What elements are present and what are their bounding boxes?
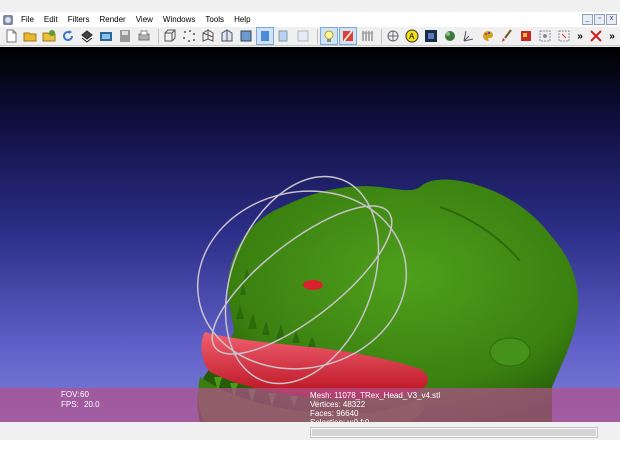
selection-count: Selection: v:0 f:0 (310, 418, 369, 422)
color-icon[interactable] (320, 27, 338, 45)
palette-icon[interactable] (480, 28, 496, 44)
toolbar-overflow-right[interactable]: » (607, 28, 617, 44)
toolbar-overflow-left[interactable]: » (575, 28, 585, 44)
smooth-shading-icon[interactable] (256, 27, 274, 45)
hidden-lines-icon[interactable] (219, 28, 235, 44)
delete-selection-icon[interactable] (556, 28, 572, 44)
fps-value: 20.0 (84, 400, 100, 409)
selected-point-marker (303, 280, 323, 290)
minimize-button[interactable]: _ (582, 14, 593, 25)
close-button[interactable]: x (606, 14, 617, 25)
menu-windows[interactable]: Windows (158, 12, 200, 27)
menu-help[interactable]: Help (229, 12, 255, 27)
annotation-icon[interactable] (385, 28, 401, 44)
new-document-icon[interactable] (3, 28, 19, 44)
app-logo-icon[interactable] (3, 14, 13, 25)
select-vertices-icon[interactable] (537, 28, 553, 44)
open-folder-icon[interactable] (22, 28, 38, 44)
print-icon[interactable] (136, 28, 152, 44)
face-count: Faces: 96640 (310, 409, 359, 418)
vertex-count: Vertices: 48322 (310, 400, 366, 409)
scrollbar-thumb[interactable] (312, 429, 596, 436)
main-toolbar: A » » (0, 27, 620, 46)
pick-points-icon[interactable] (461, 28, 477, 44)
open-project-icon[interactable] (41, 28, 57, 44)
wireframe-icon[interactable] (200, 28, 216, 44)
menu-tools[interactable]: Tools (200, 12, 229, 27)
info-icon[interactable] (359, 28, 375, 44)
mesh-name: Mesh: 11078_TRex_Head_V3_v4.stl (310, 391, 441, 400)
align-icon[interactable] (442, 28, 458, 44)
bounding-box-icon[interactable] (162, 28, 178, 44)
paint-icon[interactable] (423, 28, 439, 44)
toolbar-separator (317, 28, 318, 44)
backface-icon[interactable] (339, 27, 357, 45)
light-bulb-icon[interactable] (295, 28, 311, 44)
3d-viewport[interactable]: FOV: 60 FPS: 20.0 Mesh: 11078_TRex_Head_… (0, 47, 620, 422)
menu-bar: File Edit Filters Render View Windows To… (0, 12, 620, 27)
reload-icon[interactable] (60, 28, 76, 44)
trex-mesh-render[interactable] (0, 47, 620, 422)
fps-label: FPS: (61, 400, 79, 409)
window-controls: _ ▫ x (582, 14, 617, 25)
measure-icon[interactable]: A (404, 28, 420, 44)
close-x-icon[interactable] (588, 28, 604, 44)
select-faces-icon[interactable] (518, 28, 534, 44)
menu-file[interactable]: File (16, 12, 39, 27)
import-mesh-icon[interactable] (79, 28, 95, 44)
trex-eye (489, 337, 531, 367)
toolbar-separator (381, 28, 382, 44)
menu-filters[interactable]: Filters (63, 12, 95, 27)
svg-text:A: A (409, 32, 415, 41)
brush-icon[interactable] (499, 28, 515, 44)
snapshot-icon[interactable] (98, 28, 114, 44)
fov-label: FOV: (61, 390, 80, 399)
horizontal-scrollbar[interactable] (310, 427, 598, 438)
status-bar (0, 440, 620, 465)
menu-view[interactable]: View (131, 12, 158, 27)
menu-edit[interactable]: Edit (39, 12, 63, 27)
toolbar-separator (158, 28, 159, 44)
points-icon[interactable] (181, 28, 197, 44)
flat-shading-icon[interactable] (238, 28, 254, 44)
save-icon[interactable] (117, 28, 133, 44)
restore-button[interactable]: ▫ (594, 14, 605, 25)
menu-render[interactable]: Render (94, 12, 130, 27)
fov-value: 60 (80, 390, 89, 399)
texture-icon[interactable] (276, 28, 292, 44)
